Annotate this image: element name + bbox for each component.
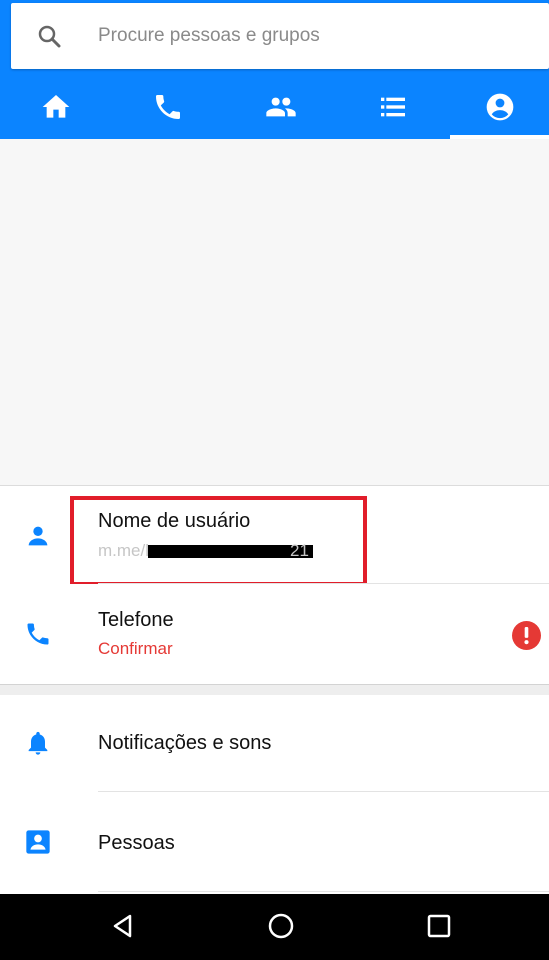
phone-label: Telefone xyxy=(98,609,174,631)
bell-icon xyxy=(28,731,48,755)
notifications-row[interactable]: Notificações e sons xyxy=(0,695,549,791)
tab-bar xyxy=(0,74,549,139)
system-navigation-bar xyxy=(0,894,549,960)
person-icon xyxy=(28,526,48,546)
tab-people[interactable] xyxy=(225,74,337,139)
phone-confirm-link[interactable]: Confirmar xyxy=(98,639,173,659)
search-bar[interactable] xyxy=(11,3,549,69)
phone-icon xyxy=(27,623,49,645)
section-divider xyxy=(0,684,549,695)
search-input[interactable] xyxy=(98,20,518,52)
tab-profile[interactable] xyxy=(450,74,549,139)
account-circle-icon xyxy=(486,93,513,120)
search-icon xyxy=(38,25,61,48)
people-icon xyxy=(266,97,296,116)
highlight-box xyxy=(70,496,367,586)
tab-list[interactable] xyxy=(337,74,449,139)
home-circle-icon[interactable] xyxy=(266,911,296,941)
contact-card-icon xyxy=(26,830,50,854)
recents-icon[interactable] xyxy=(424,911,454,941)
people-row[interactable]: Pessoas xyxy=(0,792,549,892)
divider xyxy=(98,891,549,892)
alert-icon xyxy=(512,621,541,650)
phone-icon xyxy=(156,94,180,119)
notifications-label: Notificações e sons xyxy=(98,732,272,754)
phone-row[interactable]: Telefone Confirmar xyxy=(0,584,549,684)
top-bar xyxy=(0,0,549,139)
profile-header-area xyxy=(0,139,549,486)
people-label: Pessoas xyxy=(98,832,175,854)
list-icon xyxy=(381,97,405,116)
tab-calls[interactable] xyxy=(112,74,224,139)
home-icon xyxy=(42,94,70,118)
tab-home[interactable] xyxy=(0,74,112,139)
back-icon[interactable] xyxy=(108,911,138,941)
